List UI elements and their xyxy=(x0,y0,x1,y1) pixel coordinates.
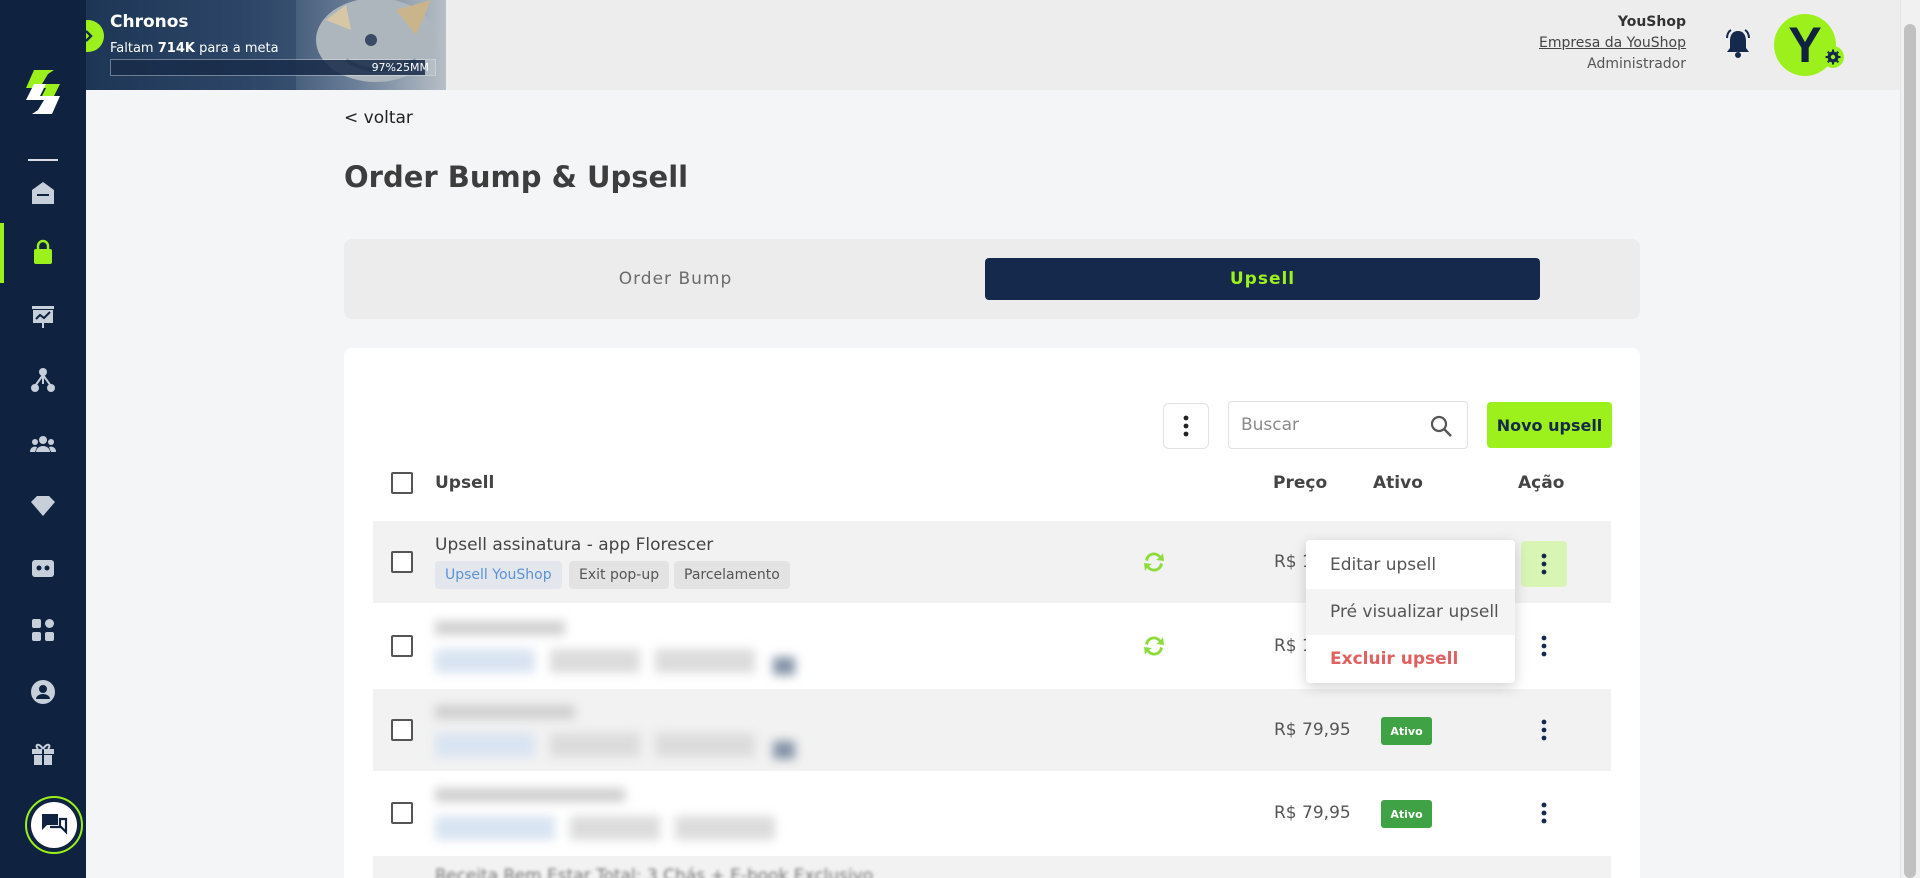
goal-amount: 714K xyxy=(157,41,195,56)
sidebar-divider xyxy=(28,159,58,161)
support-chat-button[interactable] xyxy=(25,796,83,854)
new-upsell-button[interactable]: Novo upsell xyxy=(1487,402,1612,448)
row-actions-menu: Editar upsell Pré visualizar upsell Excl… xyxy=(1306,540,1515,683)
goal-title: Chronos xyxy=(110,12,189,32)
more-vertical-icon xyxy=(1541,802,1547,824)
chat-button-inner xyxy=(31,802,77,848)
user-role: Administrador xyxy=(1587,56,1686,72)
ticket-icon xyxy=(32,560,54,577)
notification-bell-icon[interactable] xyxy=(1724,28,1752,60)
goal-progress-text: 97%25MM xyxy=(371,61,429,74)
goal-progress-bar: 97%25MM xyxy=(110,59,436,76)
sidebar xyxy=(0,0,86,878)
row-checkbox[interactable] xyxy=(391,719,413,741)
goal-subtitle-prefix: Faltam xyxy=(110,41,158,56)
sidebar-item-rewards[interactable] xyxy=(0,724,86,784)
row-checkbox[interactable] xyxy=(391,551,413,573)
user-avatar[interactable]: Y xyxy=(1774,14,1836,76)
table-row[interactable]: R$ 79,95 Ativo xyxy=(373,689,1611,771)
table-row[interactable]: R$ 79,95 Ativo xyxy=(373,772,1611,854)
menu-item-edit-upsell[interactable]: Editar upsell xyxy=(1306,542,1515,588)
apps-grid-icon xyxy=(32,619,54,641)
user-info: YouShop Empresa da YouShop Administrador xyxy=(1539,14,1686,72)
more-vertical-icon xyxy=(1541,719,1547,741)
more-vertical-icon xyxy=(1183,415,1189,437)
select-all-checkbox[interactable] xyxy=(391,472,413,494)
search-input[interactable] xyxy=(1241,412,1421,438)
sidebar-item-reports[interactable] xyxy=(0,287,86,347)
sidebar-item-profile[interactable] xyxy=(0,662,86,722)
tag-exit-popup: Exit pop-up xyxy=(569,561,670,589)
goal-expand-button[interactable] xyxy=(86,20,104,52)
tag-parcelamento: Parcelamento xyxy=(674,561,790,589)
sidebar-item-affiliates[interactable] xyxy=(0,350,86,410)
gift-icon xyxy=(32,743,54,765)
home-icon xyxy=(32,182,54,204)
page-title: Order Bump & Upsell xyxy=(344,160,689,194)
row-actions-button[interactable] xyxy=(1521,623,1567,669)
settings-gear-button[interactable] xyxy=(1822,46,1844,68)
search-icon[interactable] xyxy=(1429,414,1453,438)
sidebar-item-premium[interactable] xyxy=(0,475,86,535)
status-badge: Ativo xyxy=(1381,800,1432,828)
user-circle-icon xyxy=(31,680,55,704)
recurring-sync-icon xyxy=(1144,552,1164,572)
row-actions-button[interactable] xyxy=(1521,541,1567,587)
goal-card[interactable]: Chronos Faltam 714K para a meta 97%25MM xyxy=(86,0,446,90)
users-group-icon xyxy=(29,436,57,452)
tag-upsell-youshop: Upsell YouShop xyxy=(435,561,562,589)
more-vertical-icon xyxy=(1541,635,1547,657)
upsell-price: R$ 79,95 xyxy=(1274,803,1351,823)
back-link[interactable]: < voltar xyxy=(344,108,413,128)
tab-order-bump[interactable]: Order Bump xyxy=(398,258,953,300)
sidebar-item-home[interactable] xyxy=(0,163,86,223)
goal-subtitle: Faltam 714K para a meta xyxy=(110,41,279,56)
header-active: Ativo xyxy=(1373,473,1423,493)
recurring-sync-icon xyxy=(1144,636,1164,656)
goal-subtitle-suffix: para a meta xyxy=(194,41,279,56)
sidebar-item-apps[interactable] xyxy=(0,600,86,660)
tab-switcher: Order Bump Upsell xyxy=(344,239,1640,319)
goal-illustration xyxy=(256,0,436,90)
upsell-name: Upsell assinatura - app Florescer xyxy=(435,535,714,555)
tab-upsell[interactable]: Upsell xyxy=(985,258,1540,300)
menu-item-delete-upsell[interactable]: Excluir upsell xyxy=(1306,636,1515,682)
gear-icon xyxy=(1825,49,1841,65)
page-scrollbar-thumb[interactable] xyxy=(1904,24,1916,878)
chat-icon xyxy=(42,814,68,835)
blurred-row-content xyxy=(435,617,835,677)
header-upsell: Upsell xyxy=(435,473,495,493)
header-price: Preço xyxy=(1273,473,1328,493)
row-checkbox[interactable] xyxy=(391,635,413,657)
network-icon xyxy=(31,368,55,392)
top-bar: Chronos Faltam 714K para a meta 97%25MM … xyxy=(86,0,1900,90)
upsell-price: R$ 79,95 xyxy=(1274,720,1351,740)
upsell-name: Receita Rem Estar Total: 3 Chás + E-book… xyxy=(435,866,874,878)
diamond-icon xyxy=(31,496,55,516)
shopping-bag-icon xyxy=(34,239,52,264)
more-vertical-icon xyxy=(1541,553,1547,575)
table-row[interactable]: Receita Rem Estar Total: 3 Chás + E-book… xyxy=(373,856,1611,878)
sidebar-item-customers[interactable] xyxy=(0,414,86,474)
search-box xyxy=(1228,401,1468,449)
user-name: YouShop xyxy=(1617,14,1686,30)
presentation-chart-icon xyxy=(32,306,54,328)
row-actions-button[interactable] xyxy=(1521,790,1567,836)
company-link[interactable]: Empresa da YouShop xyxy=(1539,35,1686,51)
chevron-right-icon xyxy=(86,30,93,42)
status-badge: Ativo xyxy=(1381,717,1432,745)
youshop-logo-icon[interactable] xyxy=(20,66,66,118)
blurred-row-content xyxy=(435,701,835,761)
row-checkbox[interactable] xyxy=(391,802,413,824)
header-action: Ação xyxy=(1518,473,1565,493)
menu-item-preview-upsell[interactable]: Pré visualizar upsell xyxy=(1306,589,1515,635)
row-actions-button[interactable] xyxy=(1521,707,1567,753)
sidebar-item-coupons[interactable] xyxy=(0,538,86,598)
sidebar-item-products[interactable] xyxy=(0,223,86,283)
blurred-row-content xyxy=(435,784,835,844)
bulk-actions-button[interactable] xyxy=(1163,403,1209,449)
